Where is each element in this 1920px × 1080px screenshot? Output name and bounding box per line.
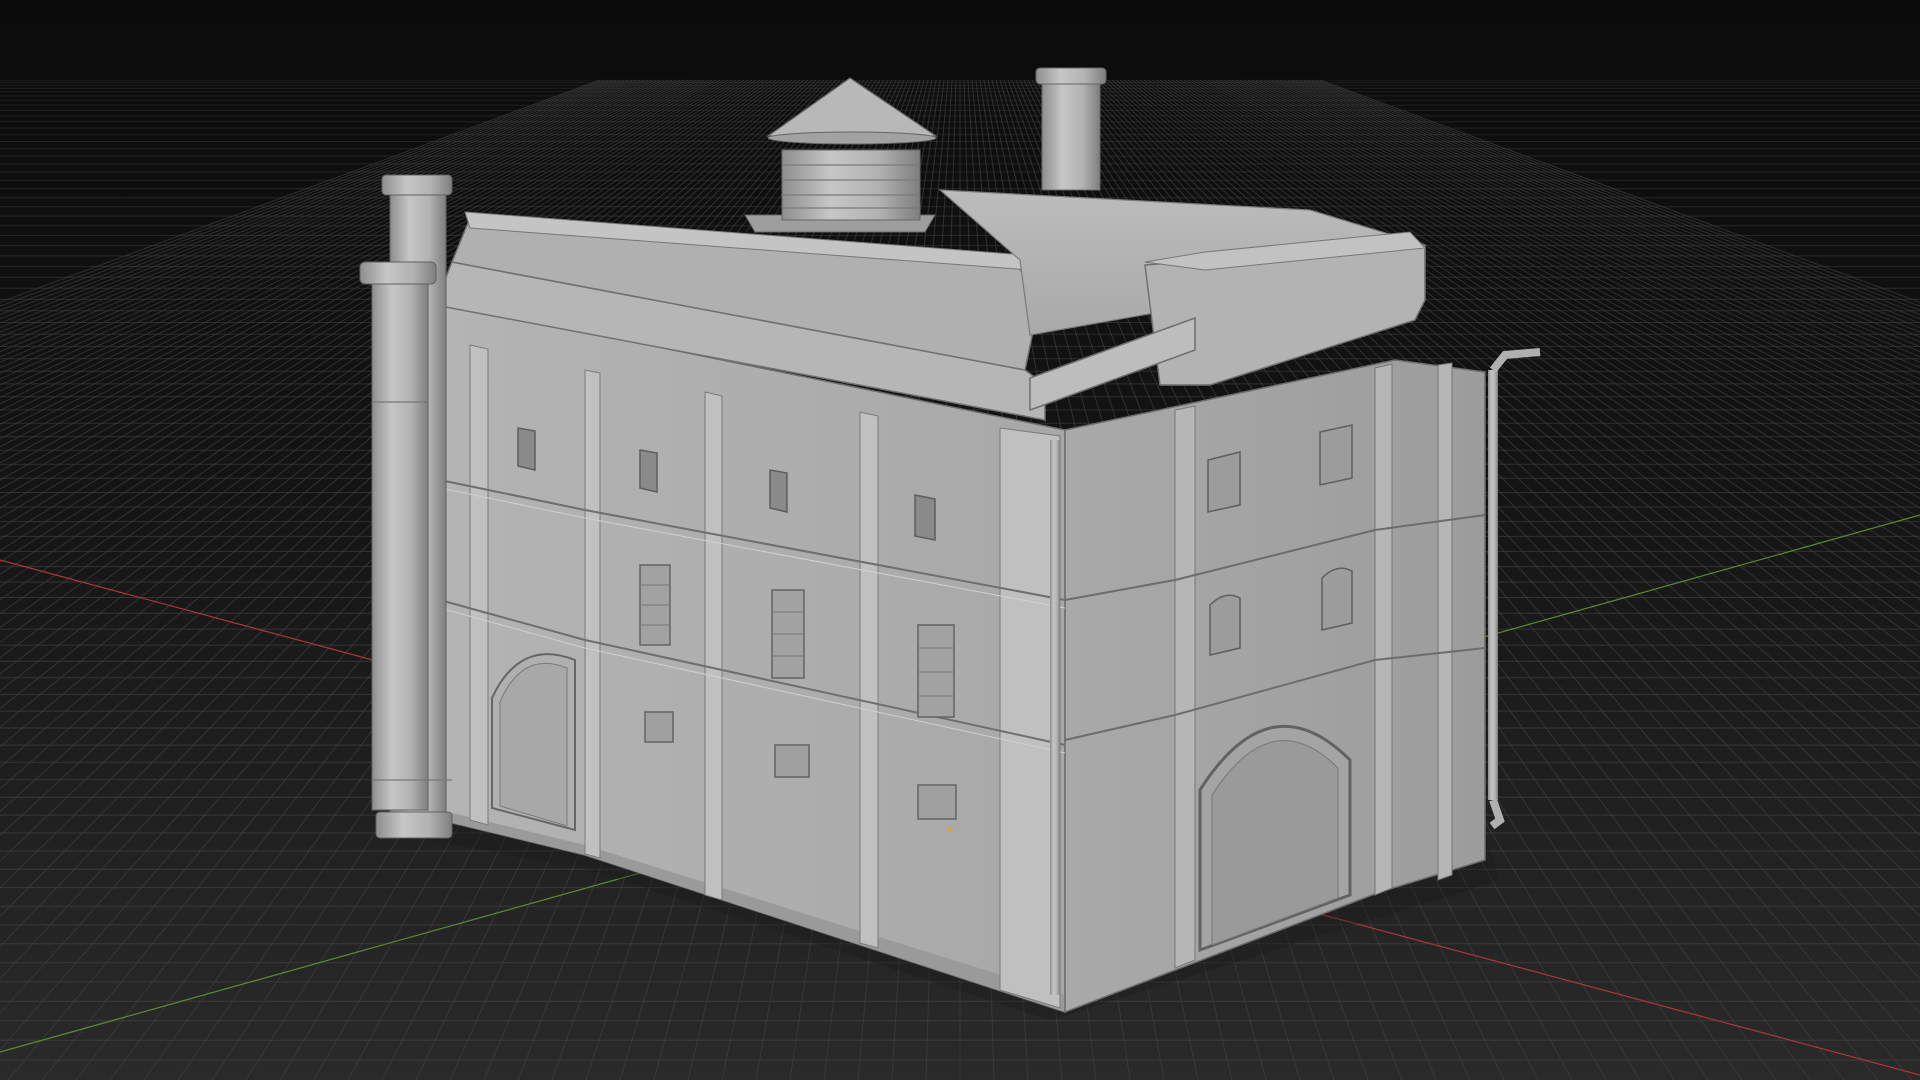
selection-point — [947, 826, 953, 832]
roof-chimney — [1035, 67, 1107, 191]
viewport-canvas[interactable] — [0, 0, 1920, 1080]
3d-viewport[interactable] — [0, 0, 1920, 1080]
smoke-stacks — [359, 174, 453, 839]
corner-downpipe — [1050, 440, 1060, 995]
front-arch-inner — [499, 663, 568, 827]
